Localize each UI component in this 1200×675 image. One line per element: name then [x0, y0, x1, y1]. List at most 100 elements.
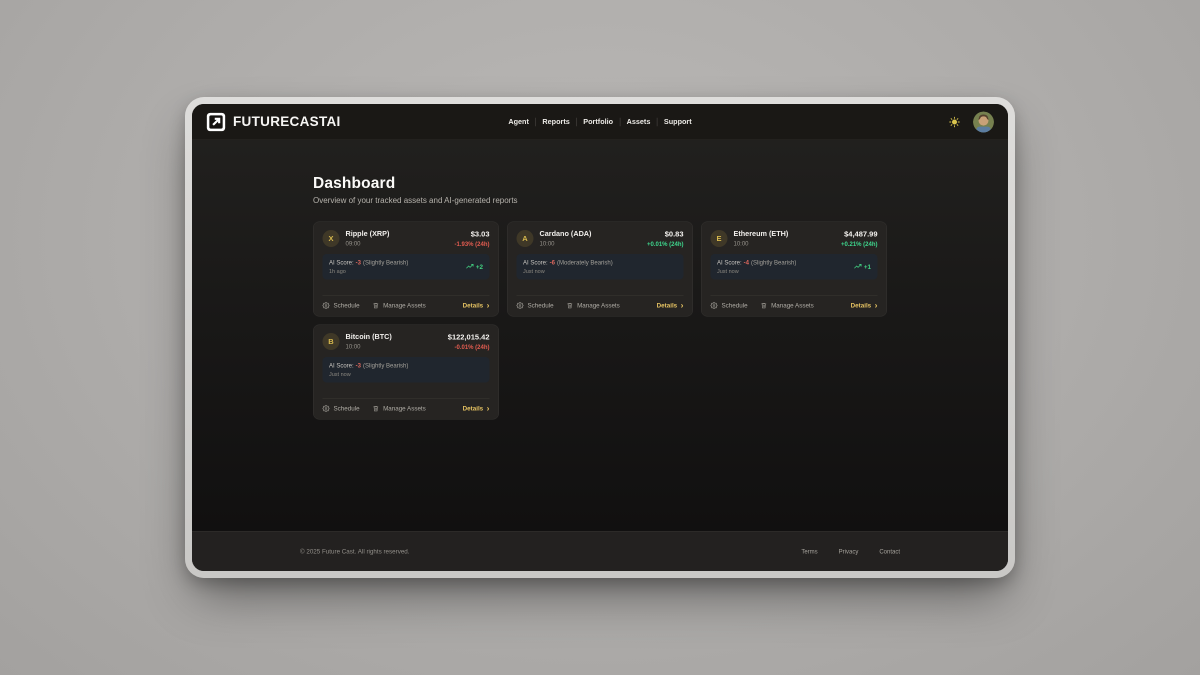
ai-score-updated: Just now [523, 269, 613, 275]
trending-up-icon [466, 264, 474, 270]
manage-assets-button[interactable]: Manage Assets [761, 302, 814, 309]
gear-icon [711, 302, 718, 309]
header-actions [948, 111, 994, 132]
score-delta-badge: +1 [854, 263, 871, 270]
asset-price: $3.03 [454, 230, 489, 239]
asset-time: 10:00 [346, 343, 392, 350]
card-header: E Ethereum (ETH) 10:00 $4,487.99 +0.21% … [711, 230, 878, 248]
score-delta-badge: +2 [466, 263, 483, 270]
details-button[interactable]: Details › [463, 302, 490, 309]
asset-initial-badge: X [323, 230, 340, 247]
footer-link-terms[interactable]: Terms [801, 548, 817, 555]
schedule-button[interactable]: Schedule [323, 405, 360, 412]
manage-assets-button[interactable]: Manage Assets [373, 302, 426, 309]
main-content: Dashboard Overview of your tracked asset… [192, 140, 1008, 531]
details-label: Details [463, 302, 484, 309]
score-delta-value: +1 [864, 263, 871, 270]
schedule-label: Schedule [334, 405, 360, 412]
nav-item-support[interactable]: Support [657, 118, 698, 126]
nav-item-agent[interactable]: Agent [502, 118, 536, 126]
brand[interactable]: FUTURECASTAI [206, 112, 341, 132]
logo-icon [206, 112, 226, 132]
chevron-right-icon: › [487, 406, 490, 412]
details-label: Details [851, 302, 872, 309]
manage-assets-label: Manage Assets [383, 302, 426, 309]
schedule-button[interactable]: Schedule [711, 302, 748, 309]
app-footer: © 2025 Future Cast. All rights reserved.… [192, 531, 1008, 571]
asset-card-cardano: A Cardano (ADA) 10:00 $0.83 +0.01% (24h) [507, 222, 693, 317]
asset-time: 09:00 [346, 240, 390, 247]
user-avatar[interactable] [973, 111, 994, 132]
ai-score-box: AI Score:-4(Slightly Bearish) Just now +… [711, 254, 878, 280]
trending-up-icon [854, 264, 862, 270]
page-subtitle: Overview of your tracked assets and AI-g… [313, 197, 887, 206]
details-button[interactable]: Details › [463, 405, 490, 412]
sun-icon [949, 116, 960, 127]
ai-score-value: -3 [356, 259, 361, 266]
card-header: B Bitcoin (BTC) 10:00 $122,015.42 -0.01%… [323, 333, 490, 351]
nav-item-assets[interactable]: Assets [620, 118, 657, 126]
card-actions: Schedule Manage Assets Details › [323, 399, 490, 412]
schedule-label: Schedule [528, 302, 554, 309]
chevron-right-icon: › [487, 303, 490, 309]
asset-name: Cardano (ADA) [540, 230, 592, 238]
manage-assets-button[interactable]: Manage Assets [373, 405, 426, 412]
manage-assets-label: Manage Assets [771, 302, 814, 309]
nav-item-reports[interactable]: Reports [536, 118, 576, 126]
ai-score-box: AI Score:-6(Moderately Bearish) Just now [517, 254, 684, 280]
footer-link-contact[interactable]: Contact [879, 548, 900, 555]
asset-name: Bitcoin (BTC) [346, 333, 392, 341]
card-actions: Schedule Manage Assets Details › [323, 296, 490, 309]
ai-score-sentiment: (Slightly Bearish) [363, 259, 408, 266]
futurecast-app: FUTURECASTAI Agent Reports Portfolio Ass… [192, 104, 1008, 571]
ai-score-box: AI Score:-3(Slightly Bearish) Just now [323, 357, 490, 383]
trash-icon [761, 302, 768, 309]
schedule-button[interactable]: Schedule [517, 302, 554, 309]
nav-item-portfolio[interactable]: Portfolio [577, 118, 620, 126]
asset-change: -0.01% (24h) [448, 344, 490, 351]
gear-icon [517, 302, 524, 309]
ai-score-label: AI Score: [329, 362, 354, 369]
page-title: Dashboard [313, 174, 887, 192]
score-delta-value: +2 [476, 263, 483, 270]
schedule-label: Schedule [722, 302, 748, 309]
asset-time: 10:00 [540, 240, 592, 247]
schedule-button[interactable]: Schedule [323, 302, 360, 309]
ai-score-sentiment: (Slightly Bearish) [751, 259, 796, 266]
theme-toggle-button[interactable] [948, 115, 961, 128]
brand-name: FUTURECASTAI [233, 114, 341, 130]
ai-score-value: -6 [550, 259, 555, 266]
asset-change: +0.21% (24h) [841, 241, 878, 248]
gear-icon [323, 405, 330, 412]
asset-change: -1.93% (24h) [454, 241, 489, 248]
device-frame: FUTURECASTAI Agent Reports Portfolio Ass… [185, 97, 1015, 578]
top-navbar: FUTURECASTAI Agent Reports Portfolio Ass… [192, 104, 1008, 140]
gear-icon [323, 302, 330, 309]
trash-icon [373, 302, 380, 309]
details-label: Details [657, 302, 678, 309]
footer-links: Terms Privacy Contact [801, 548, 900, 555]
ai-score-updated: 1h ago [329, 269, 408, 275]
asset-change: +0.01% (24h) [647, 241, 684, 248]
ai-score-box: AI Score:-3(Slightly Bearish) 1h ago +2 [323, 254, 490, 280]
trash-icon [567, 302, 574, 309]
asset-price: $0.83 [647, 230, 684, 239]
ai-score-updated: Just now [329, 372, 408, 378]
footer-link-privacy[interactable]: Privacy [839, 548, 859, 555]
details-button[interactable]: Details › [657, 302, 684, 309]
card-actions: Schedule Manage Assets Details › [517, 296, 684, 309]
main-nav: Agent Reports Portfolio Assets Support [502, 118, 698, 127]
manage-assets-button[interactable]: Manage Assets [567, 302, 620, 309]
ai-score-value: -4 [744, 259, 749, 266]
app-screen: FUTURECASTAI Agent Reports Portfolio Ass… [192, 104, 1008, 571]
ai-score-value: -3 [356, 362, 361, 369]
asset-time: 10:00 [734, 240, 789, 247]
details-button[interactable]: Details › [851, 302, 878, 309]
asset-initial-badge: E [711, 230, 728, 247]
ai-score-label: AI Score: [717, 259, 742, 266]
manage-assets-label: Manage Assets [577, 302, 620, 309]
details-label: Details [463, 405, 484, 412]
copyright-text: © 2025 Future Cast. All rights reserved. [300, 548, 410, 555]
chevron-right-icon: › [875, 303, 878, 309]
ai-score-sentiment: (Moderately Bearish) [557, 259, 613, 266]
